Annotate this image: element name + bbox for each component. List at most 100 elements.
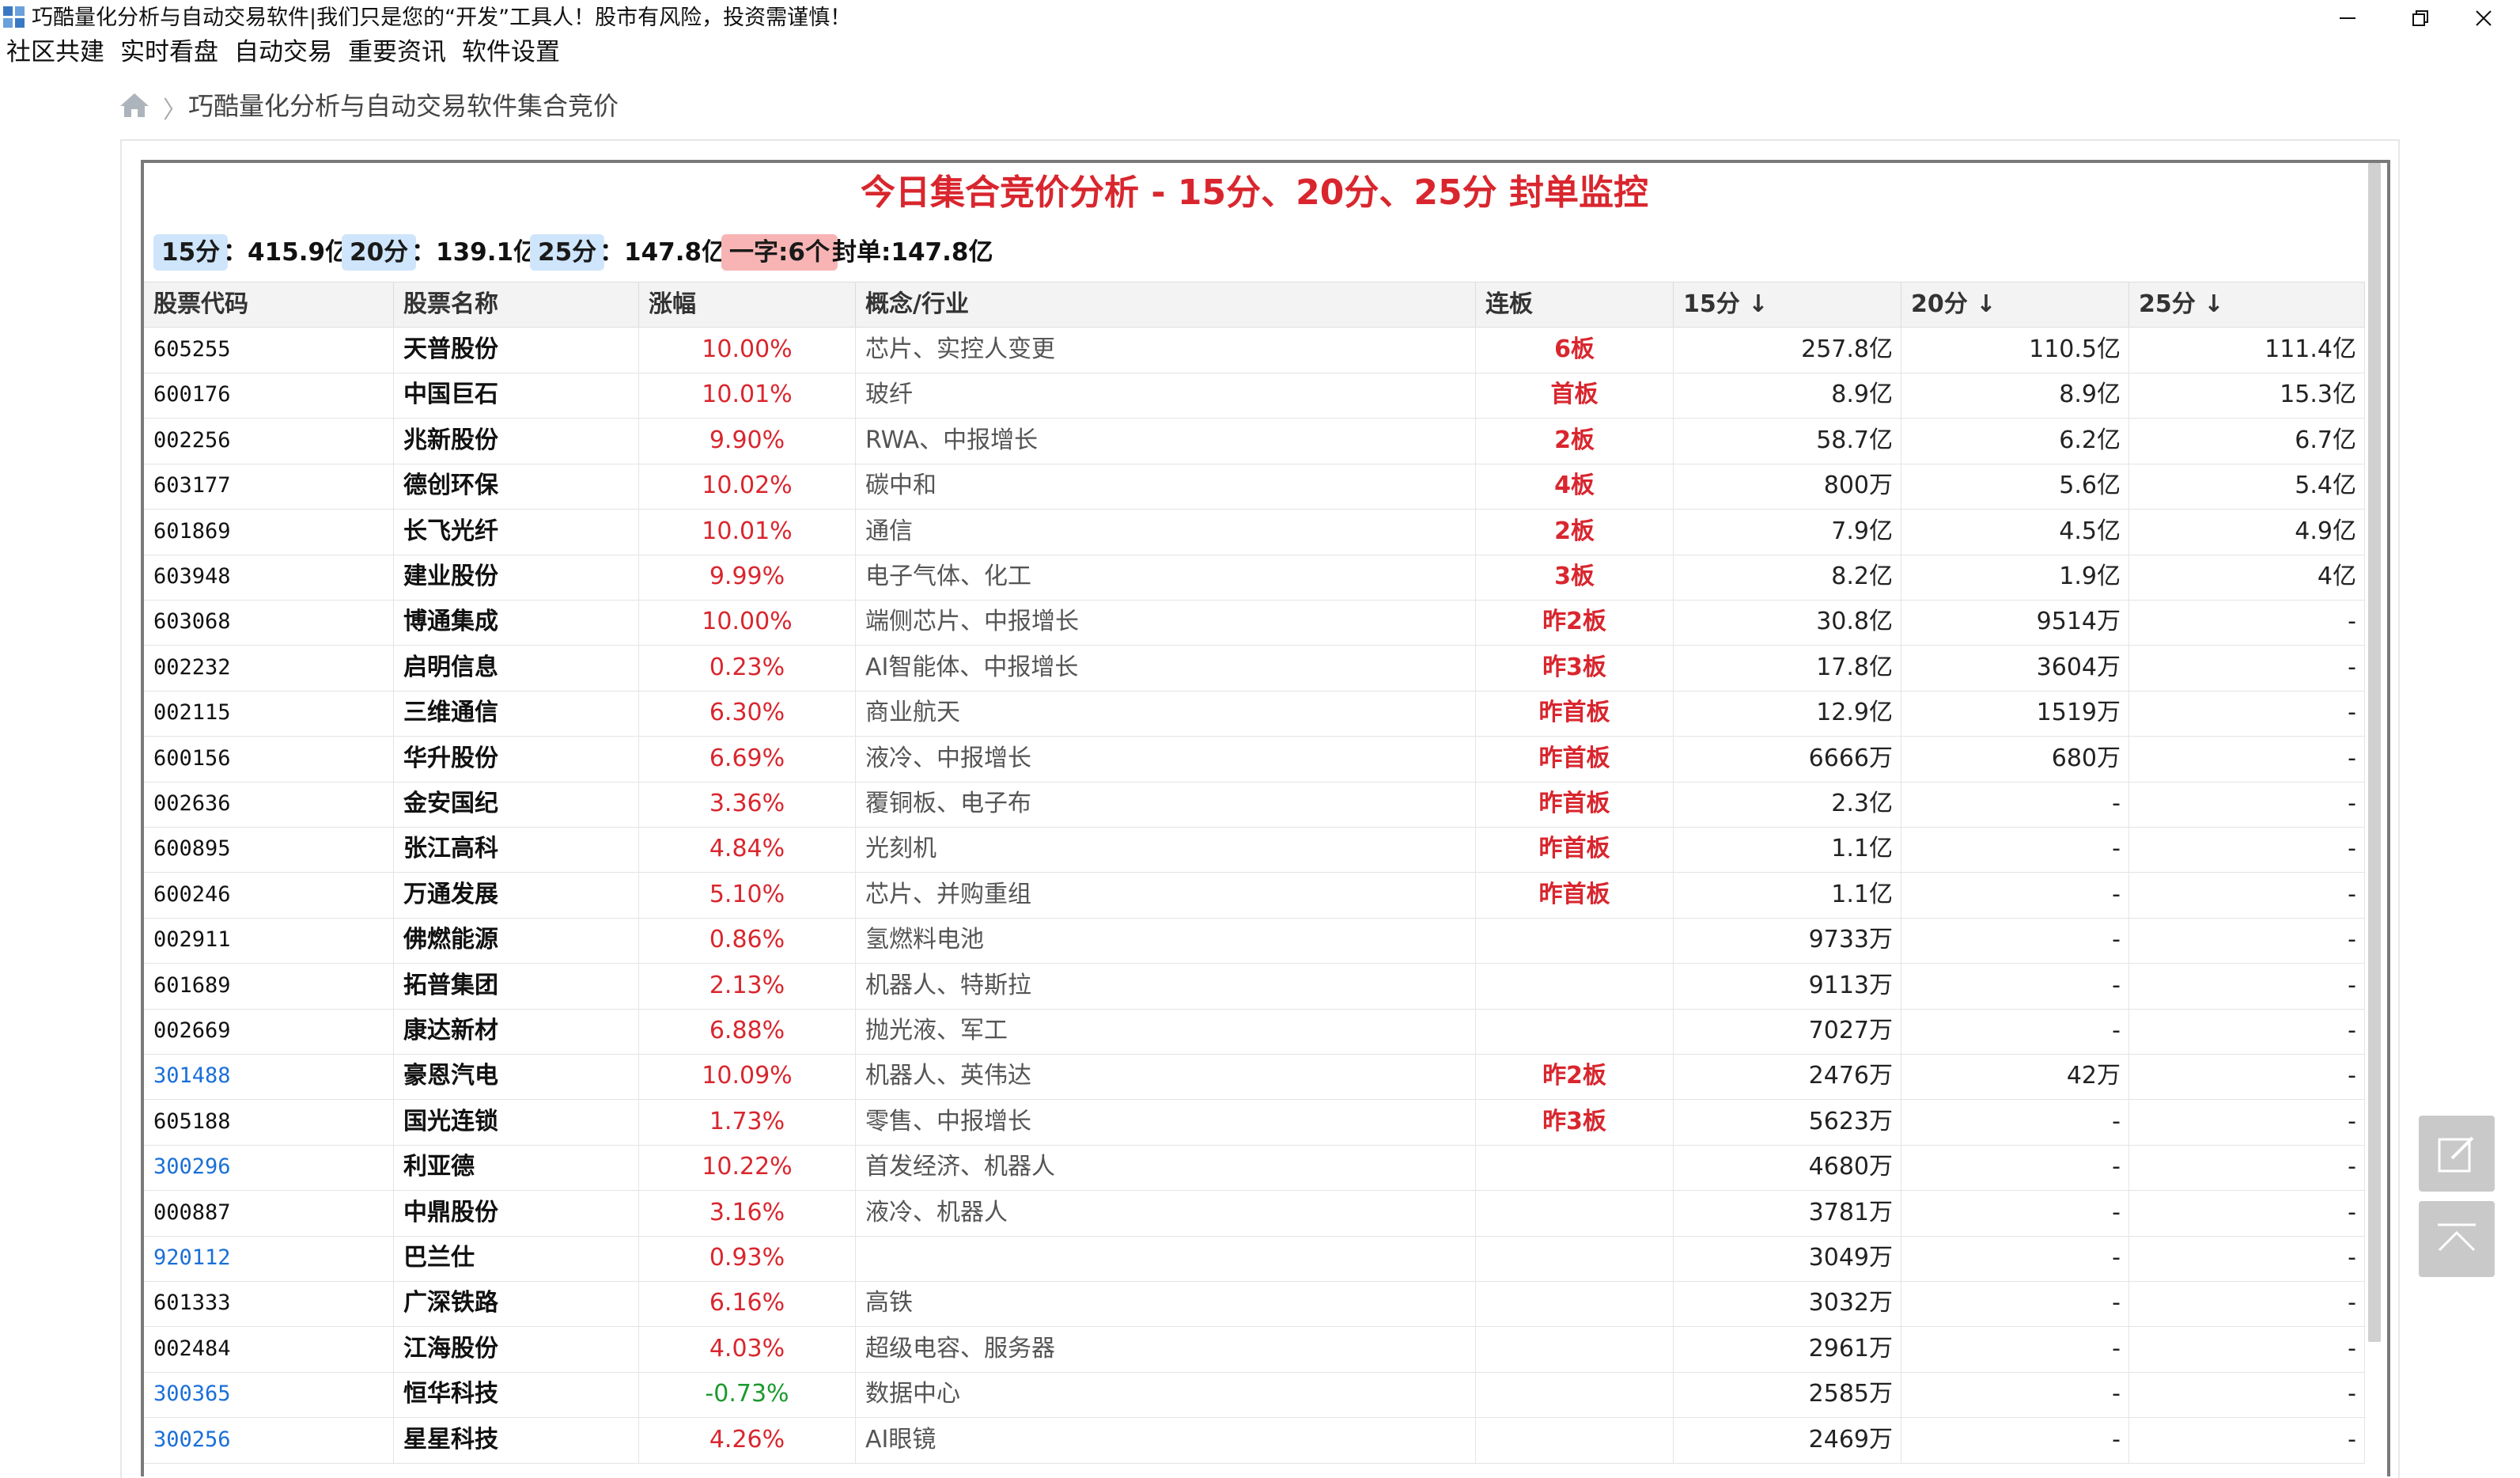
cell-15min: 58.7亿 <box>1674 417 1901 464</box>
cell-name: 万通发展 <box>394 871 639 918</box>
cell-concept: 机器人、特斯拉 <box>856 962 1476 1009</box>
cell-board: 昨首板 <box>1476 735 1674 782</box>
menu-item-settings[interactable]: 软件设置 <box>462 36 560 68</box>
menu-item-auto-trade[interactable]: 自动交易 <box>234 36 332 68</box>
header-name[interactable]: 股票名称 <box>394 282 639 327</box>
cell-code[interactable]: 300296 <box>144 1144 394 1191</box>
header-code[interactable]: 股票代码 <box>144 282 394 327</box>
table-row[interactable]: 601869 长飞光纤 10.01% 通信 2板 7.9亿 4.5亿 4.9亿 <box>144 508 2365 555</box>
cell-change-pct: 10.09% <box>639 1053 856 1100</box>
cell-25min: 15.3亿 <box>2129 372 2365 419</box>
restore-button[interactable] <box>2384 0 2457 36</box>
table-row[interactable]: 601689 拓普集团 2.13% 机器人、特斯拉 9113万 - - <box>144 962 2365 1010</box>
table-row[interactable]: 600246 万通发展 5.10% 芯片、并购重组 昨首板 1.1亿 - - <box>144 871 2365 919</box>
cell-board <box>1476 917 1674 964</box>
home-icon[interactable] <box>119 92 150 119</box>
cell-20min: 1519万 <box>1901 690 2129 737</box>
cell-20min: 4.5亿 <box>1901 508 2129 555</box>
cell-concept: 光刻机 <box>856 826 1476 873</box>
cell-name: 江海股份 <box>394 1325 639 1372</box>
cell-code[interactable]: 920112 <box>144 1235 394 1281</box>
header-concept[interactable]: 概念/行业 <box>856 282 1476 327</box>
back-to-top-icon <box>2438 1223 2476 1252</box>
table-row[interactable]: 300365 恒华科技 -0.73% 数据中心 2585万 - - <box>144 1371 2365 1419</box>
cell-20min: - <box>1901 962 2129 1009</box>
cell-code[interactable]: 301488 <box>144 1053 394 1100</box>
cell-name: 中国巨石 <box>394 372 639 419</box>
minimize-button[interactable] <box>2311 0 2384 36</box>
table-row[interactable]: 605255 天普股份 10.00% 芯片、实控人变更 6板 257.8亿 110.5亿 11… <box>144 327 2365 373</box>
cell-20min: 110.5亿 <box>1901 327 2129 373</box>
header-25min[interactable]: 25分 ↓ <box>2129 282 2365 327</box>
cell-code: 600156 <box>144 735 394 782</box>
menu-item-live-market[interactable]: 实时看盘 <box>120 36 218 68</box>
close-button[interactable] <box>2447 0 2520 36</box>
edit-icon <box>2438 1136 2474 1173</box>
table-row[interactable]: 002232 启明信息 0.23% AI智能体、中报增长 昨3板 17.8亿 3604万 - <box>144 644 2365 692</box>
tag-20min: 20分 <box>342 234 417 271</box>
cell-concept: 玻纤 <box>856 372 1476 419</box>
cell-concept: 零售、中报增长 <box>856 1098 1476 1145</box>
cell-concept: 通信 <box>856 508 1476 555</box>
table-row[interactable]: 300256 星星科技 4.26% AI眼镜 2469万 - - <box>144 1416 2365 1464</box>
cell-change-pct: 6.88% <box>639 1008 856 1054</box>
table-row[interactable]: 002256 兆新股份 9.90% RWA、中报增长 2板 58.7亿 6.2亿 6.7亿 <box>144 417 2365 464</box>
vertical-scrollbar[interactable] <box>2368 163 2381 1342</box>
menu-item-news[interactable]: 重要资讯 <box>348 36 446 68</box>
cell-code: 600895 <box>144 826 394 873</box>
cell-change-pct: 3.36% <box>639 781 856 827</box>
table-row[interactable]: 301488 豪恩汽电 10.09% 机器人、英伟达 昨2板 2476万 42万 - <box>144 1053 2365 1101</box>
cell-board: 昨2板 <box>1476 599 1674 646</box>
table-row[interactable]: 002484 江海股份 4.03% 超级电容、服务器 2961万 - - <box>144 1325 2365 1373</box>
table-row[interactable]: 300296 利亚德 10.22% 首发经济、机器人 4680万 - - <box>144 1144 2365 1192</box>
header-20min[interactable]: 20分 ↓ <box>1901 282 2129 327</box>
table-row[interactable]: 600176 中国巨石 10.01% 玻纤 首板 8.9亿 8.9亿 15.3亿 <box>144 372 2365 419</box>
cell-board: 4板 <box>1476 463 1674 510</box>
table-row[interactable]: 000887 中鼎股份 3.16% 液冷、机器人 3781万 - - <box>144 1189 2365 1237</box>
cell-code[interactable]: 300256 <box>144 1416 394 1463</box>
cell-15min: 2469万 <box>1674 1416 1901 1463</box>
menu-item-community[interactable]: 社区共建 <box>6 36 104 68</box>
cell-25min: 4.9亿 <box>2129 508 2365 555</box>
cell-20min: - <box>1901 1416 2129 1463</box>
cell-change-pct: 6.69% <box>639 735 856 782</box>
table-row[interactable]: 600895 张江高科 4.84% 光刻机 昨首板 1.1亿 - - <box>144 826 2365 874</box>
tag-25min: 25分 <box>530 234 605 271</box>
cell-15min: 7.9亿 <box>1674 508 1901 555</box>
cell-change-pct: 1.73% <box>639 1098 856 1145</box>
cell-change-pct: 10.00% <box>639 327 856 373</box>
table-row[interactable]: 002911 佛燃能源 0.86% 氢燃料电池 9733万 - - <box>144 917 2365 964</box>
table-row[interactable]: 603177 德创环保 10.02% 碳中和 4板 800万 5.6亿 5.4亿 <box>144 463 2365 510</box>
cell-change-pct: -0.73% <box>639 1371 856 1418</box>
value-25min: ：147.8亿 <box>600 238 727 267</box>
cell-20min: - <box>1901 1144 2129 1191</box>
header-board[interactable]: 连板 <box>1476 282 1674 327</box>
back-to-top-button[interactable] <box>2419 1201 2495 1277</box>
table-row[interactable]: 603068 博通集成 10.00% 端侧芯片、中报增长 昨2板 30.8亿 9514万 - <box>144 599 2365 646</box>
table-header: 股票代码 股票名称 涨幅 概念/行业 连板 15分 ↓ 20分 ↓ 25分 ↓ <box>144 282 2365 328</box>
table-row[interactable]: 002636 金安国纪 3.36% 覆铜板、电子布 昨首板 2.3亿 - - <box>144 781 2365 828</box>
table-row[interactable]: 605188 国光连锁 1.73% 零售、中报增长 昨3板 5623万 - - <box>144 1098 2365 1146</box>
table-row[interactable]: 002669 康达新材 6.88% 抛光液、军工 7027万 - - <box>144 1008 2365 1055</box>
cell-change-pct: 4.84% <box>639 826 856 873</box>
cell-15min: 257.8亿 <box>1674 327 1901 373</box>
table-row[interactable]: 920112 巴兰仕 0.93% 3049万 - - <box>144 1235 2365 1282</box>
cell-25min: - <box>2129 1098 2365 1145</box>
cell-code[interactable]: 300365 <box>144 1371 394 1418</box>
cell-board: 昨首板 <box>1476 871 1674 918</box>
cell-code: 605255 <box>144 327 394 373</box>
cell-board: 6板 <box>1476 327 1674 373</box>
cell-board: 2板 <box>1476 508 1674 555</box>
cell-name: 国光连锁 <box>394 1098 639 1145</box>
cell-concept: 液冷、中报增长 <box>856 735 1476 782</box>
table-row[interactable]: 600156 华升股份 6.69% 液冷、中报增长 昨首板 6666万 680万 - <box>144 735 2365 783</box>
cell-change-pct: 4.26% <box>639 1416 856 1463</box>
table-row[interactable]: 002115 三维通信 6.30% 商业航天 昨首板 12.9亿 1519万 - <box>144 690 2365 737</box>
table-row[interactable]: 601333 广深铁路 6.16% 高铁 3032万 - - <box>144 1280 2365 1328</box>
cell-name: 天普股份 <box>394 327 639 373</box>
header-pct[interactable]: 涨幅 <box>639 282 856 327</box>
edit-button[interactable] <box>2419 1116 2495 1192</box>
cell-25min: - <box>2129 1144 2365 1191</box>
table-row[interactable]: 603948 建业股份 9.99% 电子气体、化工 3板 8.2亿 1.9亿 4亿 <box>144 554 2365 601</box>
header-15min[interactable]: 15分 ↓ <box>1674 282 1901 327</box>
